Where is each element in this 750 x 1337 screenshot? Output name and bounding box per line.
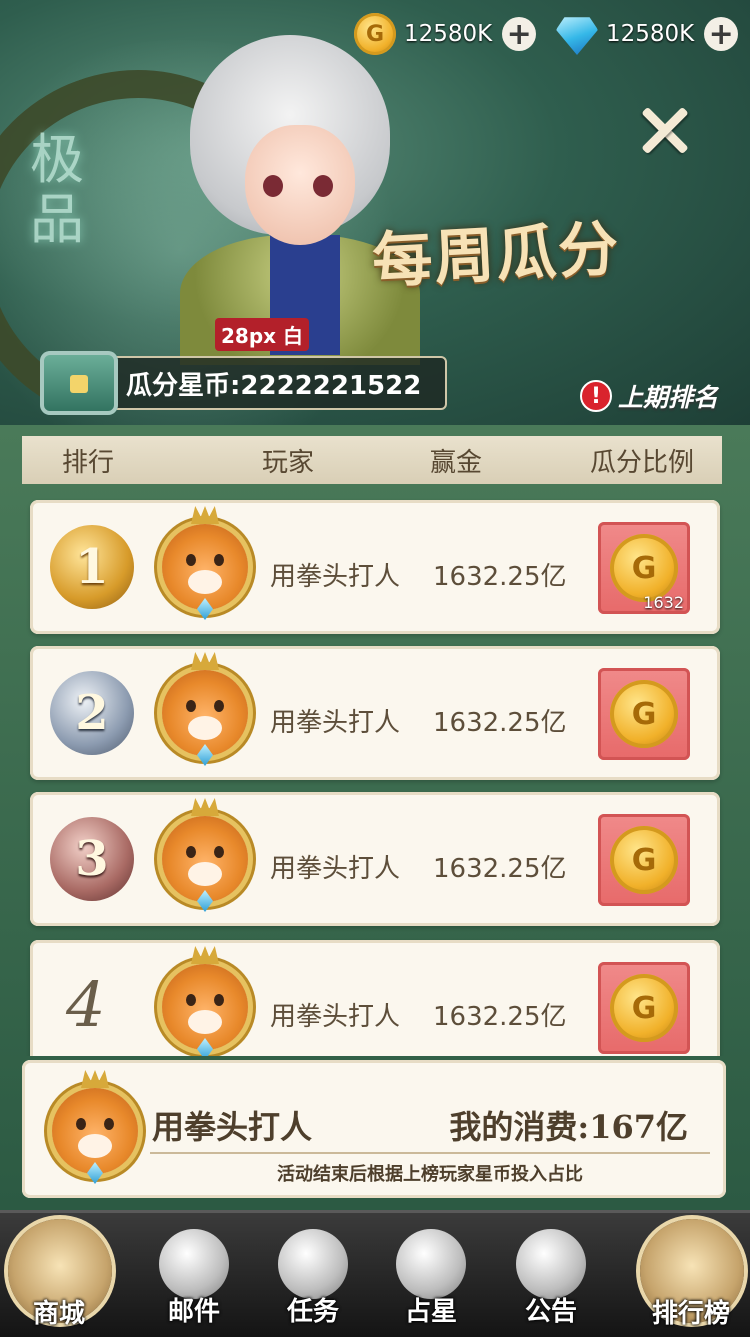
table-header: 排行 玩家 赢金 瓜分比例 (22, 436, 722, 484)
header-winnings: 赢金 (430, 447, 483, 478)
mail-icon (159, 1229, 229, 1299)
nav-task-label: 任务 (286, 1297, 339, 1327)
nav-announcement-label: 公告 (524, 1297, 577, 1327)
nav-leaderboard-label: 排行榜 (651, 1299, 730, 1329)
header-player: 玩家 (262, 447, 315, 478)
character-face (245, 125, 355, 245)
nav-announcement[interactable]: 公告 (492, 1213, 610, 1337)
gem-currency: 12580K + (556, 14, 739, 55)
nav-shop-label: 商城 (32, 1299, 85, 1329)
table-row: 3 用拳头打人 1632.25亿 G (30, 792, 720, 926)
player-winnings: 1632.25亿 (433, 854, 567, 884)
silver-medal-icon: 2 (50, 671, 134, 755)
avatar[interactable] (52, 1088, 138, 1174)
avatar[interactable] (162, 524, 248, 610)
gold-currency: G 12580K + (354, 13, 537, 55)
avatar[interactable] (162, 816, 248, 902)
avatar[interactable] (162, 670, 248, 756)
gold-coin-icon: G (610, 974, 678, 1042)
nav-astrology[interactable]: 占星 (372, 1213, 490, 1337)
my-spend: 我的消费:167亿 (449, 1108, 688, 1146)
nav-astrology-label: 占星 (404, 1297, 457, 1327)
pool-label: 瓜分星币:2222221522 (126, 370, 422, 401)
gold-amount: 12580K (404, 21, 493, 47)
gem-amount: 12580K (606, 21, 695, 47)
reward-count: 1632 (643, 593, 684, 612)
player-name: 用拳头打人 (270, 708, 401, 738)
table-row: 1 用拳头打人 1632.25亿 G 1632 (30, 500, 720, 634)
header-rank: 排行 (62, 447, 115, 478)
add-gold-button[interactable]: + (502, 17, 537, 52)
player-winnings: 1632.25亿 (433, 1002, 567, 1032)
alert-icon: ! (580, 380, 612, 412)
bronze-medal-icon: 3 (50, 817, 134, 901)
banner-title: 每周瓜分 (370, 213, 622, 297)
character-eye-right (313, 175, 333, 197)
calligraphy-text: 极品 (30, 128, 84, 251)
my-rank-card: 用拳头打人 我的消费:167亿 活动结束后根据上榜玩家星币投入占比 (22, 1060, 726, 1198)
treasure-chest-icon (40, 351, 118, 415)
table-row: 4 用拳头打人 1632.25亿 G (30, 940, 720, 1056)
last-rank-label: 上期排名 (618, 383, 719, 412)
task-icon (278, 1229, 348, 1299)
character-eye-left (263, 175, 283, 197)
divider (150, 1152, 710, 1154)
diamond-gem-icon (556, 17, 598, 55)
reward-button[interactable]: G (598, 668, 690, 760)
nav-mail[interactable]: 邮件 (135, 1213, 253, 1337)
reward-button[interactable]: G (598, 814, 690, 906)
player-name: 用拳头打人 (270, 562, 401, 592)
nav-shop[interactable]: 商城 (0, 1213, 118, 1337)
gold-coin-icon: G (610, 826, 678, 894)
header-share: 瓜分比例 (590, 447, 695, 478)
nav-task[interactable]: 任务 (254, 1213, 372, 1337)
close-button[interactable] (640, 105, 690, 155)
table-row: 2 用拳头打人 1632.25亿 G (30, 646, 720, 780)
size-tip-label: 28px 白 (215, 318, 310, 351)
gold-medal-icon: 1 (50, 525, 134, 609)
pool-info: 瓜分星币:2222221522 (40, 351, 450, 415)
gold-coin-icon: G (610, 534, 678, 602)
reward-button[interactable]: G (598, 962, 690, 1054)
gold-coin-icon: G (354, 13, 396, 55)
rank-number: 4 (66, 968, 106, 1041)
last-rank-button[interactable]: ! 上期排名 (580, 378, 718, 414)
player-winnings: 1632.25亿 (433, 708, 567, 738)
hero-character (150, 15, 420, 365)
avatar[interactable] (162, 964, 248, 1050)
add-gem-button[interactable]: + (704, 17, 739, 52)
pool-bar: 瓜分星币:2222221522 (108, 356, 447, 410)
rule-note: 活动结束后根据上榜玩家星币投入占比 (277, 1164, 583, 1185)
player-name: 用拳头打人 (270, 854, 401, 884)
astrology-icon (396, 1229, 466, 1299)
gold-coin-icon: G (610, 680, 678, 748)
bottom-nav: 商城 邮件 任务 占星 公告 排行榜 (0, 1210, 750, 1337)
player-name: 用拳头打人 (270, 1002, 401, 1032)
nav-leaderboard[interactable]: 排行榜 (632, 1213, 750, 1337)
my-name: 用拳头打人 (152, 1108, 313, 1146)
nav-mail-label: 邮件 (167, 1297, 220, 1327)
reward-button[interactable]: G 1632 (598, 522, 690, 614)
announcement-icon (516, 1229, 586, 1299)
player-winnings: 1632.25亿 (433, 562, 567, 592)
ranking-list[interactable]: 1 用拳头打人 1632.25亿 G 1632 2 用拳头打人 1632.25亿… (0, 496, 750, 1056)
